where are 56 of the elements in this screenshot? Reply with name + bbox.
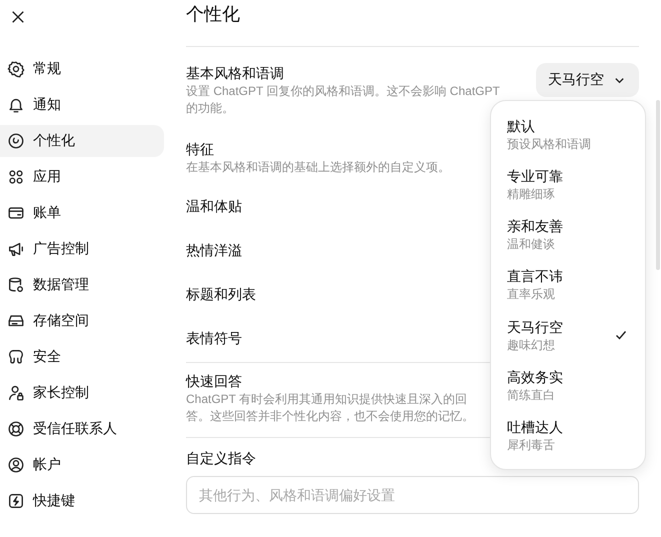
menu-option[interactable]: 天马行空 趣味幻想 [491,310,645,360]
sidebar-item[interactable]: 安全 [0,341,164,373]
trait-label: 标题和列表 [186,285,256,304]
sidebar-item[interactable]: 个性化 [0,125,164,157]
setting-label: 基本风格和语调 [186,64,284,83]
option-label: 天马行空 [507,318,563,337]
sidebar-item[interactable]: 受信任联系人 [0,413,164,445]
menu-option[interactable]: 专业可靠 精雕细琢 [491,159,645,210]
option-label: 亲和友善 [507,217,563,236]
setting-label: 自定义指令 [186,449,256,468]
menu-option[interactable]: 吐槽达人 犀利毒舌 [491,410,645,461]
trait-label: 热情洋溢 [186,241,242,260]
option-sublabel: 精雕细琢 [507,186,556,202]
bolt-icon [7,492,25,510]
sidebar-item[interactable]: 存储空间 [0,305,164,337]
menu-option[interactable]: 直言不讳 直率乐观 [491,260,645,310]
close-icon[interactable] [11,10,25,24]
sidebar-item[interactable]: 账单 [0,197,164,229]
setting-description: 在基本风格和语调的基础上选择额外的自定义项。 [186,159,450,176]
option-sublabel: 温和健谈 [507,236,556,252]
apps-icon [7,168,25,186]
option-sublabel: 简练直白 [507,387,556,404]
option-label: 直言不讳 [507,267,563,286]
setting-label: 特征 [186,140,214,159]
menu-option[interactable]: 亲和友善 温和健谈 [491,210,645,260]
option-sublabel: 直率乐观 [507,286,556,302]
sidebar-item[interactable]: 应用 [0,161,164,193]
style-select[interactable]: 天马行空 [536,63,639,97]
option-sublabel: 趣味幻想 [507,336,556,353]
option-label: 默认 [507,116,536,136]
person-lock-icon [7,384,25,402]
trait-label: 表情符号 [186,329,242,348]
sidebar-item[interactable]: 常规 [0,53,164,85]
option-label: 吐槽达人 [507,418,563,438]
gear-icon [7,60,25,78]
sidebar-item[interactable]: 通知 [0,89,164,121]
bell-icon [7,96,25,114]
option-sublabel: 预设风格和语调 [507,136,591,152]
megaphone-icon [7,240,25,258]
sidebar-item[interactable]: 家长控制 [0,377,164,409]
setting-label: 快速回答 [186,372,242,391]
option-label: 高效务实 [507,368,563,388]
user-circle-icon [7,456,25,474]
lifebuoy-icon [7,420,25,438]
option-sublabel: 犀利毒舌 [507,437,556,454]
instructions-field[interactable]: 其他行为、风格和语调偏好设置 [186,476,639,514]
sidebar-item[interactable]: 数据管理 [0,269,164,301]
sidebar-item[interactable]: 快捷键 [0,485,164,517]
sidebar-item[interactable]: 帐户 [0,449,164,481]
database-icon [7,276,25,294]
option-label: 专业可靠 [507,166,563,186]
menu-option[interactable]: 高效务实 简练直白 [491,360,645,411]
setting-description: ChatGPT 有时会利用其通用知识提供快速且深入的回答。这些回答并非个性化内容，也不会使用您的记忆。 [186,391,475,425]
trait-label: 温和体贴 [186,197,242,216]
sidebar-item[interactable]: 广告控制 [0,233,164,265]
page-title: 个性化 [186,3,241,26]
